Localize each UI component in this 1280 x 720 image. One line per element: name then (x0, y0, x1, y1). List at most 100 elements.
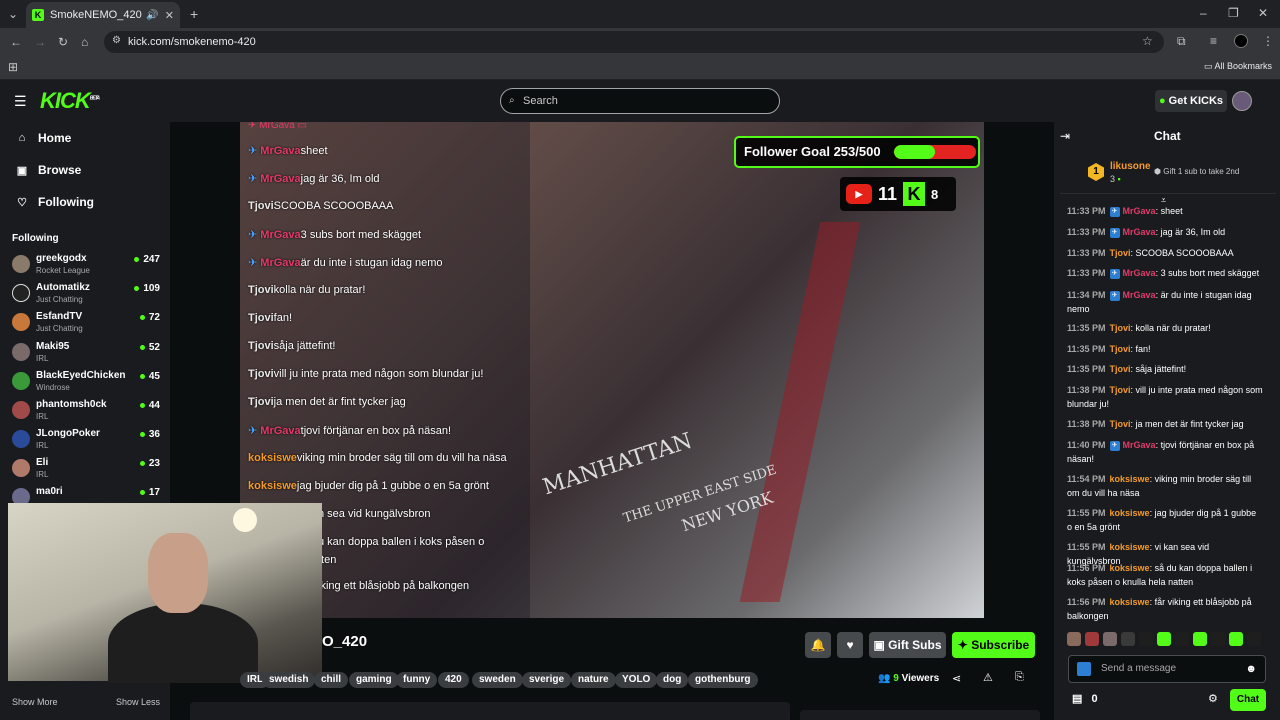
following-item[interactable]: phantomsh0ck IRL 44 (10, 398, 160, 426)
following-item[interactable]: Maki95 IRL 52 (10, 340, 160, 368)
collapse-chat-icon[interactable]: ⇥ (1060, 129, 1070, 143)
following-item[interactable]: EsfandTV Just Chatting 72 (10, 310, 160, 338)
close-tab-icon[interactable]: ✕ (165, 9, 174, 22)
tag[interactable]: gothenburg (688, 672, 758, 688)
show-less-button[interactable]: Show Less (116, 697, 160, 707)
send-chat-button[interactable]: Chat (1230, 689, 1266, 711)
tag[interactable]: dog (656, 672, 689, 688)
chat-message[interactable]: 11:35 PM Tjovi: fan! (1067, 342, 1263, 356)
emote-icon[interactable] (1157, 632, 1171, 646)
tag[interactable]: nature (571, 672, 616, 688)
chat-username[interactable]: MrGava (1123, 206, 1156, 216)
browser-tab[interactable]: K SmokeNEMO_420 Stream 🔊 ✕ (26, 2, 180, 28)
user-avatar[interactable] (1232, 91, 1252, 111)
chat-username[interactable]: Tjovi (1110, 419, 1131, 429)
bookmark-star-icon[interactable]: ☆ (1142, 34, 1153, 48)
home-icon[interactable]: ⌂ (81, 35, 88, 49)
tab-list-chevron-icon[interactable]: ⌄ (8, 7, 18, 21)
following-item[interactable]: JLongoPoker IRL 36 (10, 427, 160, 455)
chat-message[interactable]: 11:38 PM Tjovi: vill ju inte prata med nå… (1067, 383, 1263, 411)
reload-icon[interactable]: ↻ (58, 35, 68, 49)
get-kicks-button[interactable]: ● Get KICKs (1155, 90, 1227, 112)
emote-icon[interactable] (1211, 632, 1225, 646)
extensions-icon[interactable]: ⧉ (1177, 34, 1186, 49)
chat-username[interactable]: koksiswe (1110, 563, 1150, 573)
chat-username[interactable]: Tjovi (1110, 364, 1131, 374)
follow-heart-button[interactable]: ♥ (837, 632, 863, 658)
chat-username[interactable]: Tjovi (1110, 385, 1131, 395)
emote-icon[interactable] (1175, 632, 1189, 646)
notification-bell-button[interactable]: 🔔 (805, 632, 831, 658)
gift-subs-button[interactable]: ▣ Gift Subs (869, 632, 946, 658)
clip-icon[interactable]: ⎘ (1015, 671, 1024, 684)
chat-username[interactable]: koksiswe (1110, 474, 1150, 484)
chat-settings-icon[interactable]: ⚙ (1208, 692, 1218, 705)
following-item[interactable]: greekgodx Rocket League 247 (10, 252, 160, 280)
chat-username[interactable]: MrGava (1123, 440, 1156, 450)
forward-icon[interactable]: → (34, 35, 46, 49)
chat-message[interactable]: 11:40 PM ✈ MrGava: tjovi förtjänar en box … (1067, 438, 1263, 466)
chat-message[interactable]: 11:56 PM koksiswe: så du kan doppa ballen… (1067, 561, 1263, 589)
following-item[interactable]: BlackEyedChicken Windrose 45 (10, 369, 160, 397)
profile-avatar[interactable] (1234, 34, 1248, 48)
emote-icon[interactable] (1247, 632, 1261, 646)
share-icon[interactable]: ⋖ (952, 672, 961, 685)
chat-username[interactable]: koksiswe (1110, 597, 1150, 607)
new-tab-icon[interactable]: + (190, 6, 198, 22)
chat-message[interactable]: 11:35 PM Tjovi: kolla när du pratar! (1067, 321, 1263, 335)
chat-username[interactable]: Tjovi (1110, 248, 1131, 258)
chat-message[interactable]: 11:55 PM koksiswe: jag bjuder dig på 1 gu… (1067, 506, 1263, 534)
chat-message[interactable]: 11:33 PM ✈ MrGava: sheet (1067, 204, 1263, 218)
emote-icon[interactable] (1067, 632, 1081, 646)
emote-icon[interactable] (1229, 632, 1243, 646)
chat-message[interactable]: 11:33 PM Tjovi: SCOOBA SCOOOBAAA (1067, 246, 1263, 260)
emote-icon[interactable] (1139, 632, 1153, 646)
maximize-icon[interactable]: ❐ (1228, 6, 1239, 20)
tag[interactable]: funny (396, 672, 438, 688)
emote-icon[interactable] (1193, 632, 1207, 646)
chat-username[interactable]: Tjovi (1110, 344, 1131, 354)
tag[interactable]: sverige (522, 672, 572, 688)
emote-icon[interactable] (1103, 632, 1117, 646)
close-window-icon[interactable]: ✕ (1258, 6, 1268, 20)
report-icon[interactable]: ⚠ (983, 671, 993, 684)
browser-menu-icon[interactable]: ⋮ (1262, 34, 1274, 48)
emote-icon[interactable] (1085, 632, 1099, 646)
tag[interactable]: gaming (349, 672, 399, 688)
tag[interactable]: chill (314, 672, 349, 688)
following-item[interactable]: Automatikz Just Chatting 109 (10, 281, 160, 309)
nav-home[interactable]: ⌂ Home (16, 131, 72, 145)
nav-following[interactable]: ♡ Following (16, 195, 94, 209)
chat-message[interactable]: 11:33 PM ✈ MrGava: jag är 36, Im old (1067, 225, 1263, 239)
tag[interactable]: 420 (438, 672, 469, 688)
emote-icon[interactable] (1121, 632, 1135, 646)
all-bookmarks[interactable]: ▭ All Bookmarks (1204, 61, 1272, 72)
chat-message[interactable]: 11:34 PM ✈ MrGava: är du inte i stugan ida… (1067, 288, 1263, 316)
site-info-icon[interactable]: ⚙ (112, 35, 121, 46)
chat-username[interactable]: koksiswe (1110, 542, 1150, 552)
apps-grid-icon[interactable]: ⊞ (8, 60, 18, 74)
tag[interactable]: swedish (262, 672, 316, 688)
chat-message[interactable]: 11:33 PM ✈ MrGava: 3 subs bort med skägget (1067, 266, 1263, 280)
tag[interactable]: sweden (472, 672, 523, 688)
following-item[interactable]: Eli IRL 23 (10, 456, 160, 484)
chat-input[interactable]: Send a message ☻ (1068, 655, 1266, 683)
nav-browse[interactable]: ▣ Browse (16, 163, 82, 177)
chat-message[interactable]: 11:35 PM Tjovi: såja jättefint! (1067, 362, 1263, 376)
search-input[interactable]: ⌕ Search (500, 88, 780, 114)
kicks-balance[interactable]: ▤ 0 (1072, 692, 1098, 705)
media-controls-icon[interactable]: ≡ (1210, 34, 1217, 48)
hamburger-menu-icon[interactable]: ☰ (14, 93, 27, 110)
chat-message[interactable]: 11:56 PM koksiswe: får viking ett blåsjob… (1067, 595, 1263, 623)
url-field[interactable]: kick.com/smokenemo-420 (104, 31, 1164, 53)
kick-logo[interactable]: KICKBETA (40, 88, 100, 114)
chat-username[interactable]: MrGava (1123, 268, 1156, 278)
tag[interactable]: YOLO (615, 672, 658, 688)
chat-username[interactable]: koksiswe (1110, 508, 1150, 518)
chat-username[interactable]: MrGava (1123, 227, 1156, 237)
gift-prompt[interactable]: ⬢ Gift 1 sub to take 2nd (1154, 167, 1239, 176)
chat-username[interactable]: Tjovi (1110, 323, 1131, 333)
minimize-icon[interactable]: – (1200, 6, 1207, 20)
emoji-icon[interactable]: ☻ (1245, 656, 1257, 682)
chat-message[interactable]: 11:38 PM Tjovi: ja men det är fint tycker… (1067, 417, 1263, 431)
